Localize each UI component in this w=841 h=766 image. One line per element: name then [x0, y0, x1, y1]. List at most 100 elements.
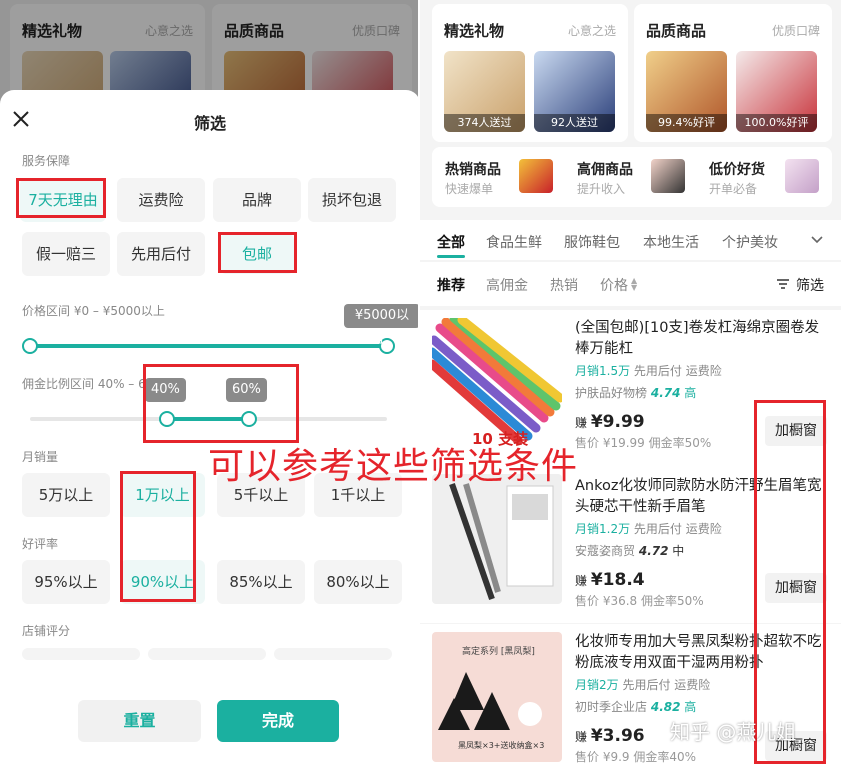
mini-title: 低价好货	[709, 162, 765, 178]
earn-price: 赚 ¥9.99	[575, 412, 645, 432]
low-price-card[interactable]: 低价好货 开单必备	[709, 147, 819, 207]
box-product-image	[785, 159, 819, 193]
commission-slider-min-handle[interactable]	[159, 411, 175, 427]
rating-label: 好评率	[22, 537, 59, 551]
rating-badge: 100.0%好评	[736, 114, 817, 132]
done-button[interactable]: 完成	[217, 700, 339, 742]
monthly-sales: 月销2万	[575, 678, 619, 692]
chip-shipping-insurance[interactable]: 运费险	[117, 178, 205, 222]
tab-local[interactable]: 本地生活	[643, 232, 699, 252]
commission-range-label: 佣金比例区间 40% – 60%	[22, 377, 165, 391]
chip-rating-85[interactable]: 85%以上	[217, 560, 305, 604]
annotation-text: 可以参考这些筛选条件	[208, 446, 579, 487]
price-max-tooltip: ¥5000以上	[344, 304, 420, 347]
chip-store-score[interactable]	[22, 648, 140, 660]
chip-pay-later[interactable]: 先用后付	[117, 232, 205, 276]
store-score-label: 店铺评分	[22, 624, 71, 638]
monthly-sales: 月销1.5万	[575, 364, 631, 378]
chip-damage-refund[interactable]: 损坏包退	[308, 178, 396, 222]
product-meta: 月销1.2万 先用后付 运费险	[575, 520, 722, 537]
earn-label: 赚	[575, 730, 588, 744]
chip-rating-95[interactable]: 95%以上	[22, 560, 110, 604]
card-title: 精选礼物	[444, 22, 505, 40]
gift-count: 374人送过	[444, 114, 525, 132]
chip-brand[interactable]: 品牌	[213, 178, 301, 222]
chevron-down-icon[interactable]	[810, 234, 824, 246]
puff-product-image	[651, 159, 685, 193]
service-tags: 先用后付 运费险	[622, 678, 711, 692]
right-screenshot: 精选礼物 心意之选 374人送过 92人送过 品质商品 优质口碑 99.4%好评…	[420, 0, 841, 766]
price-slider-track[interactable]	[30, 344, 387, 348]
hot-sale-card[interactable]: 热销商品 快速爆单	[445, 147, 553, 207]
chip-sales-10k[interactable]: 1万以上	[120, 473, 205, 517]
boxes-image: 100.0%好评	[736, 51, 817, 132]
sheet-title: 筛选	[193, 114, 226, 133]
product-title[interactable]: Ankoz化妆师同款防水防汗野生眉笔宽头硬芯干性新手眉笔	[575, 476, 827, 518]
earn-label: 赚	[575, 574, 588, 588]
reset-button[interactable]: 重置	[78, 700, 201, 742]
tab-beauty[interactable]: 个护美妆	[722, 232, 778, 252]
store-level: 中	[672, 544, 685, 558]
chip-store-score[interactable]	[274, 648, 392, 660]
rating-badge: 99.4%好评	[646, 114, 727, 132]
chip-7day-return[interactable]: 7天无理由	[20, 178, 106, 222]
mini-sub: 开单必备	[709, 182, 758, 196]
store-name: 安蔻姿商贸	[575, 544, 636, 558]
product-title[interactable]: (全国包邮)[10支]卷发杠海绵京圈卷发棒万能杠	[575, 318, 827, 360]
sales-label: 月销量	[22, 450, 59, 464]
sort-arrows-icon: ▲ ▼	[631, 276, 638, 292]
product-title[interactable]: 化妆师专用加大号黑凤梨粉扑超软不吃粉底液专用双面干湿两用粉扑	[575, 632, 827, 674]
gift-card[interactable]: 精选礼物 心意之选 374人送过 92人送过	[432, 4, 628, 142]
product-image: 高定系列 [黑凤梨] 黑凤梨×3+送收纳盒×3	[432, 632, 562, 762]
sort-hot[interactable]: 热销	[550, 275, 578, 295]
tab-apparel[interactable]: 服饰鞋包	[564, 232, 620, 252]
store-info[interactable]: 安蔻姿商贸 4.72 中	[575, 542, 684, 559]
add-to-showcase-button[interactable]: 加橱窗	[765, 416, 827, 446]
service-tags: 先用后付 运费险	[633, 364, 722, 378]
food-image: 99.4%好评	[646, 51, 727, 132]
tab-all[interactable]: 全部	[437, 232, 465, 252]
product-image: 10 支装	[432, 318, 562, 448]
sort-tabs: 推荐 高佣金 热销 价格 ▲ ▼ 筛选	[420, 262, 841, 306]
chip-sales-50k[interactable]: 5万以上	[22, 473, 110, 517]
store-info[interactable]: 护肤品好物榜 4.74 高	[575, 384, 696, 401]
commission-max-tooltip: 60%	[226, 378, 267, 402]
mini-sub: 快速爆单	[445, 182, 494, 196]
gift-count: 92人送过	[534, 114, 615, 132]
sort-price[interactable]: 价格	[600, 275, 628, 295]
add-to-showcase-button[interactable]: 加橱窗	[765, 573, 827, 603]
store-info[interactable]: 初时季企业店 4.82 高	[575, 698, 696, 715]
chip-rating-80[interactable]: 80%以上	[314, 560, 402, 604]
filter-sheet: 筛选 服务保障 7天无理由 运费险 品牌 损坏包退 假一赔三 先用后付 包邮 价…	[0, 90, 420, 766]
store-score: 4.82	[650, 700, 681, 714]
filter-button[interactable]: 筛选	[796, 275, 824, 295]
sort-high-commission[interactable]: 高佣金	[486, 275, 528, 295]
chip-fake-compensation[interactable]: 假一赔三	[22, 232, 110, 276]
brow-pencil-image	[449, 483, 554, 600]
sell-price: 售价 ¥19.99 佣金率50%	[575, 436, 712, 450]
product-card[interactable]: Ankoz化妆师同款防水防汗野生眉笔宽头硬芯干性新手眉笔 月销1.2万 先用后付…	[420, 468, 841, 623]
hot-product-image	[519, 159, 553, 193]
category-tabs: 全部 食品生鲜 服饰鞋包 本地生活 个护美妆	[420, 220, 841, 260]
product-image	[432, 474, 562, 604]
tab-food[interactable]: 食品生鲜	[486, 232, 542, 252]
high-commission-card[interactable]: 高佣商品 提升收入	[577, 147, 685, 207]
sell-price: 售价 ¥9.9 佣金率40%	[575, 750, 697, 764]
earn-price: 赚 ¥18.4	[575, 570, 645, 590]
quality-card[interactable]: 品质商品 优质口碑 99.4%好评 100.0%好评	[634, 4, 832, 142]
chip-store-score[interactable]	[148, 648, 266, 660]
price-slider-min-handle[interactable]	[22, 338, 38, 354]
filter-icon[interactable]	[776, 276, 790, 295]
sort-recommend[interactable]: 推荐	[437, 275, 465, 295]
store-level: 高	[684, 700, 697, 714]
service-tags: 先用后付 运费险	[633, 522, 722, 536]
chip-rating-90[interactable]: 90%以上	[120, 560, 205, 604]
chip-free-shipping[interactable]: 包邮	[220, 234, 294, 274]
store-level: 高	[684, 386, 697, 400]
monthly-sales: 月销1.2万	[575, 522, 631, 536]
store-name: 初时季企业店	[575, 700, 648, 714]
store-score: 4.74	[650, 386, 681, 400]
card-sub: 优质口碑	[771, 24, 820, 38]
mini-title: 高佣商品	[577, 162, 633, 178]
commission-slider-max-handle[interactable]	[241, 411, 257, 427]
